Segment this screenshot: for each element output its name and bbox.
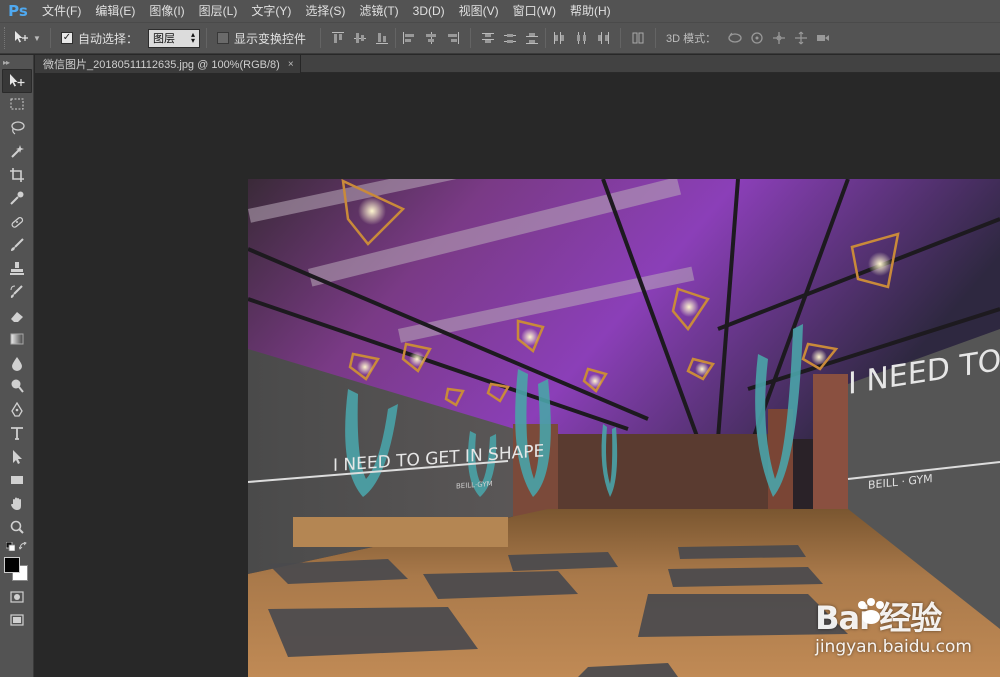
color-swatches[interactable]	[0, 553, 34, 585]
auto-select-option[interactable]: ✓ 自动选择：	[61, 30, 138, 47]
document-image[interactable]: I NEED TO GET IN SHAPE BEILL·GYM I NEED …	[248, 179, 1000, 677]
divider	[395, 28, 397, 48]
auto-select-value: 图层	[153, 33, 176, 45]
menu-help[interactable]: 帮助(H)	[564, 0, 619, 22]
distribute-vertical-centers-icon[interactable]	[499, 27, 521, 49]
close-icon[interactable]: ×	[288, 59, 294, 70]
align-vertical-centers-icon[interactable]	[349, 27, 371, 49]
quick-selection-tool[interactable]	[2, 140, 32, 164]
menu-image[interactable]: 图像(I)	[143, 0, 192, 22]
3d-slide-icon[interactable]	[790, 27, 812, 49]
swap-colors-control[interactable]	[2, 539, 32, 553]
zoom-tool[interactable]	[2, 516, 32, 540]
brush-tool[interactable]	[2, 234, 32, 258]
divider	[470, 28, 472, 48]
eraser-tool[interactable]	[2, 304, 32, 328]
distribute-top-edges-icon[interactable]	[477, 27, 499, 49]
distribute-left-edges-icon[interactable]	[548, 27, 570, 49]
quick-mask-button[interactable]	[2, 585, 32, 609]
eyedropper-tool[interactable]	[2, 187, 32, 211]
align-horizontal-centers-icon[interactable]	[420, 27, 442, 49]
pen-tool[interactable]	[2, 398, 32, 422]
auto-select-label: 自动选择：	[78, 31, 139, 46]
rectangle-tool[interactable]	[2, 469, 32, 493]
paw-logo-icon	[854, 597, 888, 627]
auto-select-checkbox[interactable]: ✓	[61, 32, 73, 44]
show-transform-checkbox[interactable]	[217, 32, 230, 44]
menu-type[interactable]: 文字(Y)	[245, 0, 299, 22]
document-tab-bar: 微信图片_20180511112635.jpg @ 100%(RGB/8) ×	[35, 55, 1000, 73]
show-transform-option[interactable]: 显示变换控件	[217, 30, 306, 47]
chevron-updown-icon: ▴ ▾	[191, 30, 196, 45]
menu-select[interactable]: 选择(S)	[299, 0, 353, 22]
lasso-tool[interactable]	[2, 116, 32, 140]
baidu-jingyan-watermark: Bai 经验 jingyan.baidu.com	[815, 593, 972, 657]
photoshop-logo: Ps	[8, 2, 28, 20]
3d-pan-icon[interactable]	[768, 27, 790, 49]
toolbox: ▸▸	[0, 55, 34, 677]
align-top-edges-icon[interactable]	[327, 27, 349, 49]
move-tool[interactable]	[2, 69, 32, 93]
screen-mode-button[interactable]	[2, 609, 32, 633]
swap-arrow-icon[interactable]	[19, 541, 28, 551]
clone-stamp-tool[interactable]	[2, 257, 32, 281]
3d-rotate-icon[interactable]	[724, 27, 746, 49]
move-tool-icon	[13, 30, 29, 47]
show-transform-label: 显示变换控件	[234, 31, 307, 46]
divider	[50, 28, 51, 48]
auto-select-dropdown[interactable]: 图层 ▴ ▾	[148, 28, 201, 48]
distribute-bottom-edges-icon[interactable]	[521, 27, 543, 49]
menu-file[interactable]: 文件(F)	[36, 0, 89, 22]
align-right-edges-icon[interactable]	[442, 27, 464, 49]
divider	[206, 28, 208, 48]
auto-align-layers-icon[interactable]	[627, 27, 649, 49]
divider	[655, 28, 657, 48]
align-bottom-edges-icon[interactable]	[371, 27, 393, 49]
menu-bar: Ps 文件(F) 编辑(E) 图像(I) 图层(L) 文字(Y) 选择(S) 滤…	[0, 0, 1000, 22]
menu-filter[interactable]: 滤镜(T)	[353, 0, 406, 22]
watermark-brand: Bai 经验	[815, 599, 942, 637]
tool-preset-picker[interactable]: ▼	[10, 26, 44, 50]
canvas-area[interactable]: I NEED TO GET IN SHAPE BEILL·GYM I NEED …	[35, 73, 1000, 677]
3d-roll-icon[interactable]	[746, 27, 768, 49]
default-colors-icon[interactable]	[6, 541, 15, 551]
foreground-color-swatch[interactable]	[4, 557, 20, 573]
divider	[320, 28, 322, 48]
3d-mode-label: 3D 模式：	[666, 33, 717, 45]
options-bar: ▼ ✓ 自动选择： 图层 ▴ ▾ 显示变换控件 3D 模式：	[0, 22, 1000, 54]
distribute-right-edges-icon[interactable]	[592, 27, 614, 49]
healing-brush-tool[interactable]	[2, 210, 32, 234]
blur-tool[interactable]	[2, 351, 32, 375]
divider	[545, 28, 547, 48]
chevron-down-icon: ▼	[33, 33, 41, 43]
toolbox-collapse-handle[interactable]: ▸▸	[0, 55, 33, 69]
type-tool[interactable]	[2, 422, 32, 446]
document-tab[interactable]: 微信图片_20180511112635.jpg @ 100%(RGB/8) ×	[35, 55, 301, 73]
distribute-horizontal-centers-icon[interactable]	[570, 27, 592, 49]
hand-tool[interactable]	[2, 492, 32, 516]
menu-edit[interactable]: 编辑(E)	[89, 0, 143, 22]
divider	[620, 28, 622, 48]
menu-3d[interactable]: 3D(D)	[407, 0, 453, 22]
path-selection-tool[interactable]	[2, 445, 32, 469]
menu-view[interactable]: 视图(V)	[453, 0, 507, 22]
history-brush-tool[interactable]	[2, 281, 32, 305]
marquee-tool[interactable]	[2, 93, 32, 117]
dodge-tool[interactable]	[2, 375, 32, 399]
document-tab-title: 微信图片_20180511112635.jpg @ 100%(RGB/8)	[43, 59, 280, 71]
crop-tool[interactable]	[2, 163, 32, 187]
align-left-edges-icon[interactable]	[398, 27, 420, 49]
menu-window[interactable]: 窗口(W)	[507, 0, 564, 22]
gradient-tool[interactable]	[2, 328, 32, 352]
menu-layer[interactable]: 图层(L)	[193, 0, 246, 22]
watermark-url: jingyan.baidu.com	[815, 637, 972, 657]
3d-scale-icon[interactable]	[812, 27, 834, 49]
